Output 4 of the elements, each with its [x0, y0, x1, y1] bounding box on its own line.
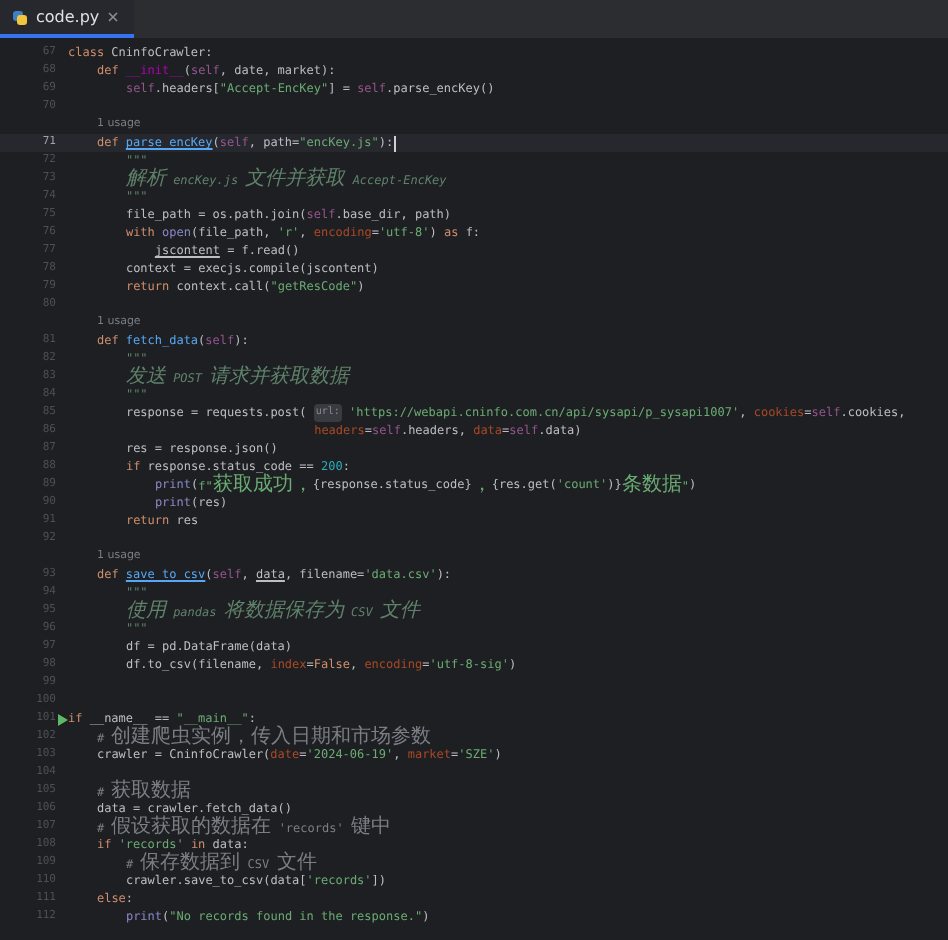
run-icon[interactable] [58, 713, 68, 725]
close-icon[interactable] [107, 12, 118, 22]
file-tab[interactable]: code.py [0, 0, 134, 38]
python-file-icon [12, 9, 28, 25]
